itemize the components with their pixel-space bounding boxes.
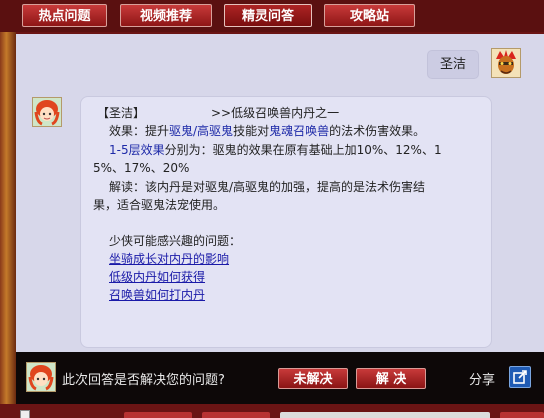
effect-keyword-exorcise: 驱鬼/高驱鬼 bbox=[169, 124, 234, 138]
levels-line-1: 1-5层效果分别为：驱鬼的效果在原有基础上加10%、12%、1 bbox=[109, 142, 442, 158]
user-question-bubble: 圣洁 bbox=[427, 50, 479, 79]
answer-bubble: 【圣洁】 >>低级召唤兽内丹之一 效果：提升驱鬼/高驱鬼技能对鬼魂召唤兽的法术伤… bbox=[80, 96, 492, 348]
effect-keyword-ghost-summon: 鬼魂召唤兽 bbox=[269, 124, 330, 138]
related-link-apply-core[interactable]: 召唤兽如何打内丹 bbox=[109, 288, 205, 302]
effect-line: 效果：提升驱鬼/高驱鬼技能对鬼魂召唤兽的法术伤害效果。 bbox=[109, 123, 425, 139]
tab-strategy-site[interactable]: 攻略站 bbox=[324, 4, 415, 27]
levels-text-1: 分别为：驱鬼的效果在原有基础上加10%、12%、1 bbox=[164, 143, 442, 157]
bottom-checkbox[interactable] bbox=[20, 410, 30, 418]
effect-suffix: 的法术伤害效果。 bbox=[329, 124, 426, 138]
explain-text-1: 解读：该内丹是对驱鬼/高驱鬼的加强，提高的是法术伤害结 bbox=[109, 180, 426, 194]
effect-prefix: 效果：提升 bbox=[109, 124, 170, 138]
feedback-bar: 此次回答是否解决您的问题? 未解决 解 决 分享 bbox=[16, 352, 544, 404]
levels-text-2: 5%、17%、20% bbox=[93, 161, 190, 175]
answer-heading: 【圣洁】 bbox=[97, 106, 146, 120]
solved-button[interactable]: 解 决 bbox=[356, 368, 426, 389]
bottom-button-3[interactable] bbox=[500, 412, 544, 418]
player-avatar bbox=[491, 48, 521, 78]
sprite-assistant-avatar bbox=[32, 97, 62, 127]
bottom-button-2[interactable] bbox=[202, 412, 270, 418]
explain-text-2: 果，适合驱鬼法宠使用。 bbox=[93, 198, 226, 212]
feedback-question: 此次回答是否解决您的问题? bbox=[62, 373, 225, 388]
related-link-mount-growth[interactable]: 坐骑成长对内丹的影响 bbox=[109, 252, 229, 266]
user-question-text: 圣洁 bbox=[439, 57, 466, 72]
related-title: 少侠可能感兴趣的问题： bbox=[109, 234, 242, 248]
unsolved-button[interactable]: 未解决 bbox=[278, 368, 348, 389]
related-link-get-low-core[interactable]: 低级内丹如何获得 bbox=[109, 270, 205, 284]
effect-mid: 技能对 bbox=[233, 124, 270, 138]
chat-panel: 圣洁 【圣洁】 >>低级召唤兽内丹之一 效果：提升驱鬼/高驱鬼技能对鬼魂召唤兽的… bbox=[16, 34, 544, 352]
bottom-toolbar bbox=[0, 404, 544, 418]
levels-keyword: 1-5层效果 bbox=[109, 143, 165, 157]
tab-video-recommend[interactable]: 视频推荐 bbox=[120, 4, 212, 27]
top-tab-bar: 热点问题 视频推荐 精灵问答 攻略站 bbox=[0, 0, 544, 32]
sprite-feedback-avatar bbox=[26, 362, 56, 392]
bottom-input[interactable] bbox=[280, 412, 490, 418]
bottom-button-1[interactable] bbox=[124, 412, 192, 418]
background-scene-strip bbox=[0, 32, 16, 418]
tab-sprite-qa[interactable]: 精灵问答 bbox=[224, 4, 312, 27]
share-label[interactable]: 分享 bbox=[469, 369, 495, 388]
answer-path: >>低级召唤兽内丹之一 bbox=[211, 106, 340, 120]
tab-hot-questions[interactable]: 热点问题 bbox=[22, 4, 107, 27]
share-icon[interactable] bbox=[509, 366, 531, 388]
